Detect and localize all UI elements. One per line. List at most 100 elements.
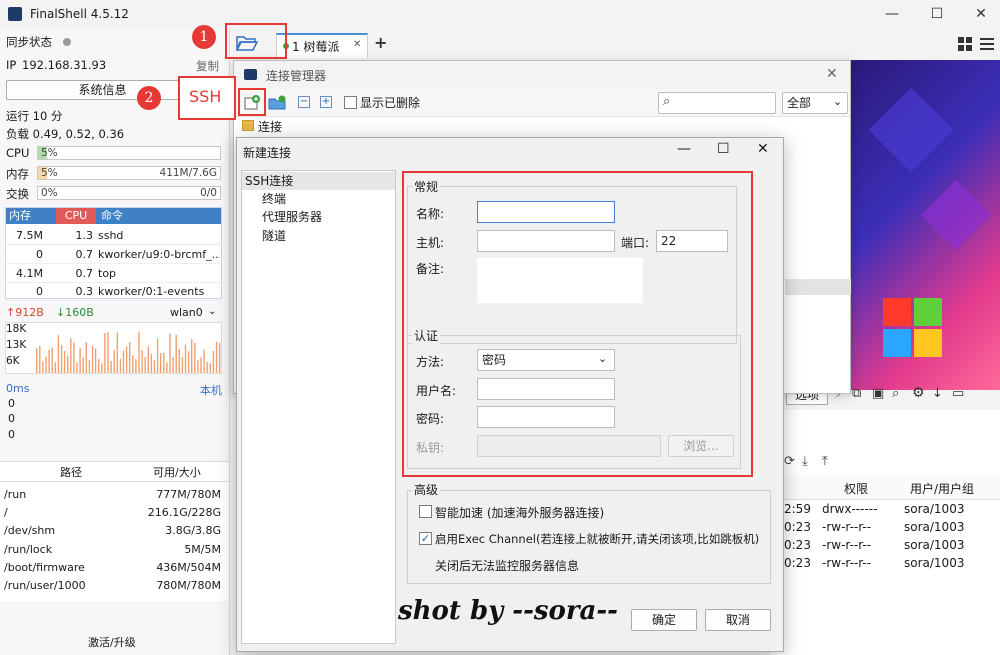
file-perm: -rw-r--r-- <box>822 538 872 552</box>
file-owner: sora/1003 <box>904 502 965 516</box>
table-row[interactable]: 7.5M 1.3 sshd <box>6 226 221 245</box>
gear-icon[interactable]: ⚙ <box>912 385 925 401</box>
proc-cpu: 0.3 <box>75 285 94 298</box>
grid-view-icon[interactable] <box>958 37 972 54</box>
download-icon[interactable]: ⤓ <box>802 454 808 469</box>
filter-select[interactable]: 全部 ⌄ <box>782 92 848 114</box>
menu-icon[interactable] <box>980 37 994 54</box>
add-tab-button[interactable]: + <box>374 33 387 52</box>
minimize-button[interactable]: — <box>677 141 691 157</box>
maximize-button[interactable]: ☐ <box>717 141 730 157</box>
tree-item-tunnel[interactable]: 隧道 <box>262 227 286 245</box>
disk-path: /boot/firmware <box>4 561 85 574</box>
table-row[interactable]: 0 0.7 kworker/u9:0-brcmf_... <box>6 245 221 264</box>
network-activity-bar <box>197 360 199 373</box>
network-activity-bar <box>129 342 131 373</box>
tree-item-ssh[interactable]: SSH连接 <box>242 172 395 190</box>
cpu-percent: 5% <box>41 147 58 159</box>
disk-size: 5M/5M <box>184 543 221 556</box>
network-activity-bar <box>85 342 87 373</box>
disk-table-header: 路径 可用/大小 <box>0 464 229 482</box>
show-deleted-label: 显示已删除 <box>360 96 421 110</box>
copy-icon[interactable]: ⧉ <box>852 386 861 401</box>
window-icon[interactable]: ▭ <box>952 386 964 401</box>
maximize-button[interactable]: ☐ <box>922 5 952 23</box>
show-deleted-checkbox[interactable] <box>344 96 357 109</box>
expand-all-icon[interactable]: + <box>320 96 332 108</box>
chevron-down-icon: ⌄ <box>833 95 843 108</box>
proc-col-cpu[interactable]: CPU <box>56 208 96 224</box>
disk-col-size[interactable]: 可用/大小 <box>153 464 201 482</box>
proc-col-cmd[interactable]: 命令 <box>101 208 123 224</box>
network-activity-bar <box>45 356 47 373</box>
network-activity-bar <box>184 344 187 373</box>
table-row[interactable]: / 216.1G/228G <box>0 504 229 522</box>
cancel-button[interactable]: 取消 <box>705 609 771 631</box>
new-folder-icon[interactable] <box>268 95 286 114</box>
disk-path: /run/user/1000 <box>4 579 86 592</box>
close-icon[interactable]: ✕ <box>826 66 838 82</box>
disk-size: 436M/504M <box>156 561 221 574</box>
table-row[interactable]: /boot/firmware 436M/504M <box>0 559 229 577</box>
network-activity-bar <box>212 350 215 373</box>
close-button[interactable]: ✕ <box>966 5 996 23</box>
mem-detail: 411M/7.6G <box>159 167 217 179</box>
refresh-icon[interactable]: ⟳ <box>784 454 795 469</box>
network-activity-bar <box>172 356 174 373</box>
tree-item-terminal[interactable]: 终端 <box>262 190 286 208</box>
net-interface-select[interactable]: wlan0 <box>170 306 203 319</box>
table-row[interactable]: 4.1M 0.7 top <box>6 264 221 283</box>
search-icon[interactable]: ⌕ <box>892 386 899 401</box>
sysinfo-button[interactable]: 系统信息 <box>6 80 199 100</box>
file-owner: sora/1003 <box>904 520 965 534</box>
net-tick: 6K <box>6 355 20 367</box>
disk-size: 780M/780M <box>156 579 221 592</box>
connection-manager-titlebar: 连接管理器 ✕ <box>234 61 850 89</box>
network-activity-bar <box>169 333 171 373</box>
net-upload-rate: ↑912B <box>6 306 44 319</box>
network-activity-bar <box>200 357 202 373</box>
network-activity-bar <box>113 349 115 373</box>
tab-session-raspberry[interactable]: 1 树莓派 ✕ <box>276 33 368 58</box>
network-activity-bar <box>144 357 146 373</box>
table-row[interactable]: 0 0.3 kworker/0:1-events <box>6 282 221 301</box>
minimize-button[interactable]: — <box>877 5 907 23</box>
table-row[interactable]: /run 777M/780M <box>0 486 229 504</box>
table-row[interactable]: /dev/shm 3.8G/3.8G <box>0 522 229 540</box>
collapse-all-icon[interactable]: − <box>298 96 310 108</box>
net-download-rate: ↓160B <box>56 306 94 319</box>
tree-root-folder[interactable]: 连接 <box>258 118 282 135</box>
disk-col-path[interactable]: 路径 <box>60 464 82 482</box>
search-icon: ⌕ <box>663 94 671 109</box>
tree-item-proxy[interactable]: 代理服务器 <box>262 208 322 226</box>
smart-accel-checkbox[interactable] <box>419 505 432 518</box>
file-table-header: 权限 用户/用户组 <box>770 476 1000 500</box>
paste-icon[interactable]: ▣ <box>872 386 884 401</box>
proc-cmd: sshd <box>98 229 124 242</box>
network-activity-bar <box>110 360 112 373</box>
table-row[interactable]: /run/user/1000 780M/780M <box>0 577 229 595</box>
close-button[interactable]: ✕ <box>757 141 769 157</box>
tab-close-icon[interactable]: ✕ <box>353 39 361 50</box>
search-input[interactable]: ⌕ <box>658 92 776 114</box>
exec-channel-label: 启用Exec Channel(若连接上就被断开,请关闭该项,比如跳板机) <box>435 532 760 546</box>
exec-channel-checkbox[interactable]: ✓ <box>419 532 432 545</box>
network-activity-bar <box>76 362 78 373</box>
activate-upgrade-link[interactable]: 激活/升级 <box>88 634 136 650</box>
file-col-owner[interactable]: 用户/用户组 <box>910 480 974 497</box>
ok-button[interactable]: 确定 <box>631 609 697 631</box>
file-time: 0:23 <box>784 556 811 570</box>
upload-icon[interactable]: ⤒ <box>822 454 828 469</box>
file-col-perm[interactable]: 权限 <box>844 480 868 497</box>
chevron-down-icon[interactable]: ⌄ <box>208 306 216 317</box>
sync-status-label: 同步状态 <box>6 35 52 49</box>
download-arrow-icon[interactable]: ↓ <box>932 386 943 401</box>
table-row[interactable]: /run/lock 5M/5M <box>0 541 229 559</box>
copy-ip-link[interactable]: 复制 <box>196 58 219 74</box>
app-logo-icon <box>8 7 22 21</box>
network-activity-bar <box>70 338 72 373</box>
ping-host[interactable]: 本机 <box>200 382 222 398</box>
proc-col-mem[interactable]: 内存 <box>9 208 31 224</box>
file-time: 0:23 <box>784 538 811 552</box>
network-activity-bar <box>36 348 38 373</box>
